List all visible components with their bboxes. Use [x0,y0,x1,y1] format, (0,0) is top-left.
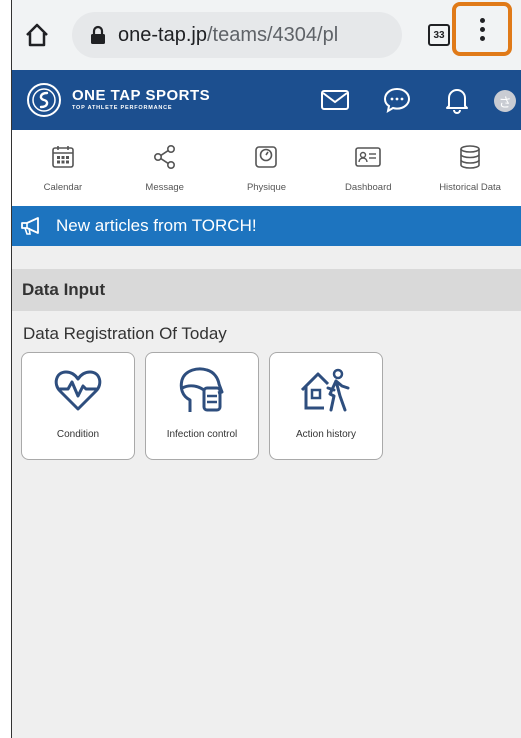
lock-icon [90,24,108,46]
section-title: Data Input [22,280,106,299]
data-input-cards: Condition Infection control Action histo… [21,352,383,460]
more-vert-icon-dot [479,35,485,41]
mail-button[interactable] [320,85,350,115]
subsection-title: Data Registration Of Today [23,324,227,343]
id-card-icon [353,142,383,172]
browser-menu-button[interactable] [452,2,512,56]
main-nav: Calendar Message Physique Dashboard Hist… [12,130,521,206]
brand-logo-icon[interactable] [26,82,62,118]
megaphone-icon [20,215,46,237]
bell-icon [446,89,468,114]
share-icon [150,142,180,172]
tab-switcher-button[interactable]: 33 [428,24,450,46]
chat-button[interactable] [382,85,412,115]
app-header: ONE TAP SPORTS TOP ATHLETE PERFORMANCE さ [12,70,521,130]
home-icon [26,23,48,47]
nav-item-message[interactable]: Message [114,130,216,206]
heart-pulse-icon [50,365,106,417]
action-history-card[interactable]: Action history [269,352,383,460]
address-bar[interactable]: one-tap.jp/teams/4304/pl [72,12,402,58]
card-label: Condition [56,429,100,440]
nav-label: Message [145,182,184,193]
condition-card[interactable]: Condition [21,352,135,460]
brand-subtitle: TOP ATHLETE PERFORMANCE [72,105,173,111]
nav-item-historical-data[interactable]: Historical Data [419,130,521,206]
home-button[interactable] [20,18,54,52]
announcement-banner[interactable]: New articles from TORCH! [12,206,521,246]
phone-screen: one-tap.jp/teams/4304/pl 33 ONE TAP SPOR… [11,0,521,738]
brand-title: ONE TAP SPORTS [72,87,211,104]
nav-item-physique[interactable]: Physique [216,130,318,206]
infection-control-card[interactable]: Infection control [145,352,259,460]
mask-head-icon [174,365,230,417]
browser-toolbar: one-tap.jp/teams/4304/pl 33 [12,0,521,71]
more-vert-icon [479,17,485,23]
nav-label: Calendar [43,182,83,193]
calendar-icon [48,142,78,172]
scale-icon [251,142,281,172]
url-path: /teams/4304/pl [206,23,339,46]
section-header: Data Input [12,269,521,311]
card-label: Action history [295,429,357,440]
nav-item-dashboard[interactable]: Dashboard [317,130,419,206]
chat-icon [383,87,411,114]
house-walker-icon [298,365,354,417]
url-text: one-tap.jp/teams/4304/pl [118,24,338,47]
notifications-button[interactable] [442,85,472,115]
card-label: Infection control [166,429,238,440]
url-host: one-tap.jp [118,23,207,46]
mail-icon [321,90,349,110]
nav-item-calendar[interactable]: Calendar [12,130,114,206]
database-icon [455,142,485,172]
announcement-text: New articles from TORCH! [56,216,257,235]
more-vert-icon-dot [479,26,485,32]
nav-label: Historical Data [439,182,501,193]
brand-logo: ONE TAP SPORTS TOP ATHLETE PERFORMANCE [72,87,210,111]
avatar[interactable]: さ [494,90,516,112]
nav-label: Dashboard [345,182,392,193]
nav-label: Physique [246,182,287,193]
